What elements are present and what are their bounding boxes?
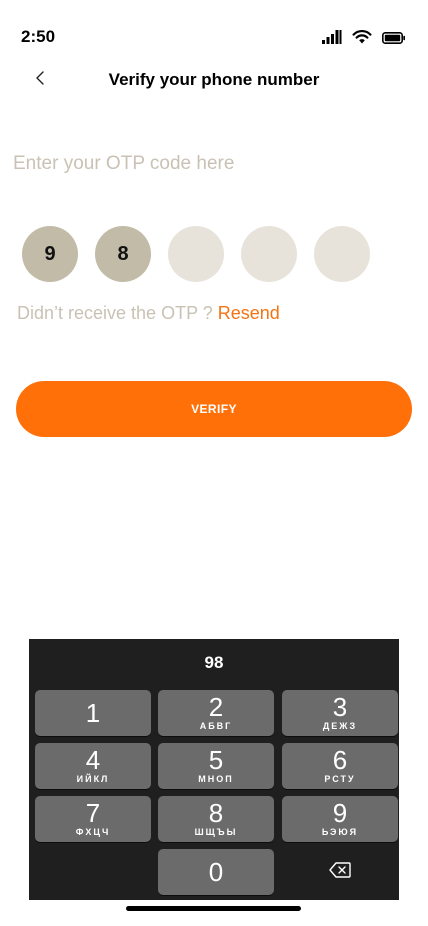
- key-1[interactable]: 1: [35, 690, 151, 736]
- cellular-signal-icon: [322, 30, 342, 49]
- delete-key[interactable]: [282, 849, 398, 895]
- key-number: 1: [85, 698, 101, 728]
- wifi-icon: [352, 30, 372, 49]
- otp-digit-4[interactable]: [241, 226, 297, 282]
- key-9[interactable]: 9 ЬЭЮЯ: [282, 796, 398, 842]
- status-icons: [322, 30, 406, 49]
- key-letters: ШЩЪЫ: [194, 827, 238, 837]
- key-letters: ИЙКЛ: [76, 774, 110, 784]
- key-4[interactable]: 4 ИЙКЛ: [35, 743, 151, 789]
- key-number: 8: [208, 798, 224, 828]
- resend-row: Didn’t receive the OTP ? Resend: [17, 303, 280, 324]
- page-title: Verify your phone number: [108, 70, 320, 89]
- screen: 2:50 Verify your phone number Enter your…: [0, 0, 428, 926]
- key-letters: ФХЦЧ: [75, 827, 111, 837]
- resend-prompt: Didn’t receive the OTP ?: [17, 303, 218, 323]
- key-3[interactable]: 3 ДЕЖЗ: [282, 690, 398, 736]
- key-number: 5: [208, 745, 224, 775]
- resend-link[interactable]: Resend: [218, 303, 280, 323]
- key-number: 4: [85, 745, 101, 775]
- otp-digit-2[interactable]: 8: [95, 226, 151, 282]
- otp-digit-1[interactable]: 9: [22, 226, 78, 282]
- key-7[interactable]: 7 ФХЦЧ: [35, 796, 151, 842]
- key-number: 0: [208, 857, 224, 887]
- status-time: 2:50: [21, 27, 56, 46]
- battery-icon: [382, 31, 406, 49]
- key-letters: АБВГ: [199, 721, 233, 731]
- otp-input-group[interactable]: 9 8: [22, 226, 370, 282]
- key-number: 7: [85, 798, 101, 828]
- otp-digit-3[interactable]: [168, 226, 224, 282]
- backspace-icon: [329, 861, 351, 883]
- otp-prompt: Enter your OTP code here: [13, 153, 235, 174]
- key-6[interactable]: 6 РСТУ: [282, 743, 398, 789]
- key-letters: РСТУ: [324, 774, 356, 784]
- key-0[interactable]: 0: [158, 849, 274, 895]
- key-number: 2: [208, 692, 224, 722]
- otp-digit-5[interactable]: [314, 226, 370, 282]
- key-letters: ДЕЖЗ: [322, 721, 358, 731]
- home-indicator[interactable]: [126, 906, 301, 911]
- keyboard-display: 98: [204, 653, 224, 672]
- key-2[interactable]: 2 АБВГ: [158, 690, 274, 736]
- key-8[interactable]: 8 ШЩЪЫ: [158, 796, 274, 842]
- key-letters: ЬЭЮЯ: [321, 827, 359, 837]
- key-number: 9: [332, 798, 348, 828]
- key-number: 3: [332, 692, 348, 722]
- key-5[interactable]: 5 МНОП: [158, 743, 274, 789]
- numeric-keyboard: 98 1 2 АБВГ 3 ДЕЖЗ 4 ИЙКЛ 5 МНОП 6 РСТУ …: [29, 639, 399, 900]
- key-letters: МНОП: [198, 774, 234, 784]
- verify-button[interactable]: VERIFY: [16, 381, 412, 437]
- key-number: 6: [332, 745, 348, 775]
